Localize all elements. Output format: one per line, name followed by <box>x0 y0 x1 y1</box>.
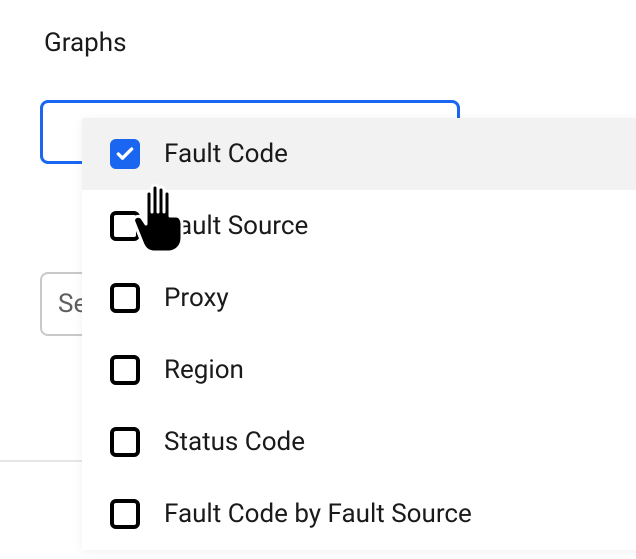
checkbox-fault-code-by-fault-source[interactable] <box>110 499 140 529</box>
dropdown-item-region[interactable]: Region <box>82 334 636 406</box>
checkbox-fault-source[interactable] <box>110 211 140 241</box>
dropdown-item-label: Fault Code by Fault Source <box>164 499 472 529</box>
checkbox-status-code[interactable] <box>110 427 140 457</box>
dropdown-item-fault-code-by-fault-source[interactable]: Fault Code by Fault Source <box>82 478 636 550</box>
checkbox-fault-code[interactable] <box>110 139 140 169</box>
graphs-field-label: Graphs <box>44 28 636 58</box>
checkbox-region[interactable] <box>110 355 140 385</box>
dropdown-item-status-code[interactable]: Status Code <box>82 406 636 478</box>
dropdown-item-proxy[interactable]: Proxy <box>82 262 636 334</box>
dropdown-item-label: Fault Code <box>164 139 288 169</box>
dropdown-item-label: Status Code <box>164 427 305 457</box>
divider-line <box>0 460 82 462</box>
dropdown-item-label: Region <box>164 355 244 385</box>
dropdown-item-fault-code[interactable]: Fault Code <box>82 118 636 190</box>
dropdown-item-label: Proxy <box>164 283 229 313</box>
checkmark-icon <box>115 144 135 164</box>
graphs-dropdown-panel: Fault Code Fault Source Proxy Region Sta… <box>82 118 636 550</box>
dropdown-item-label: Fault Source <box>164 211 308 241</box>
dropdown-item-fault-source[interactable]: Fault Source <box>82 190 636 262</box>
checkbox-proxy[interactable] <box>110 283 140 313</box>
